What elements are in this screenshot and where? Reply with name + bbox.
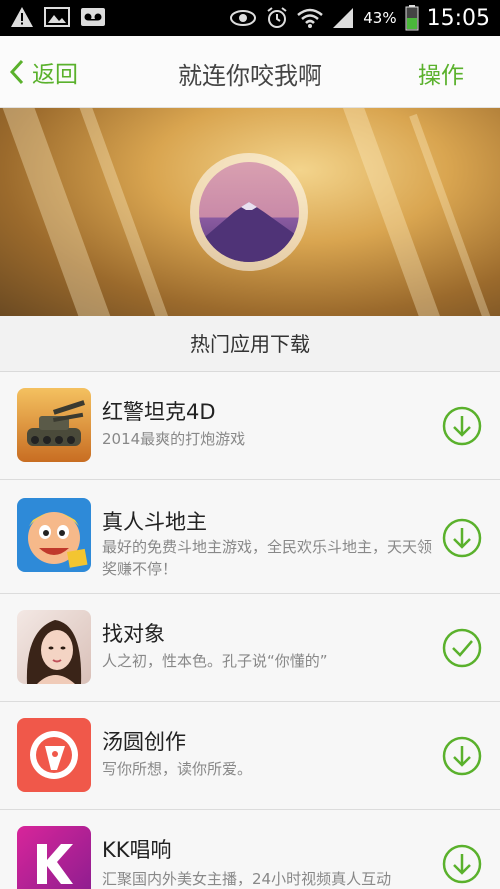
list-item[interactable]: 红警坦克4D 2014最爽的打炮游戏 xyxy=(0,372,500,480)
woman-photo-icon xyxy=(17,610,91,684)
cartoon-face-icon xyxy=(17,498,91,572)
list-item[interactable]: 找对象 人之初，性本色。孔子说“你懂的” xyxy=(0,594,500,702)
app-name: KK唱响 xyxy=(102,838,172,862)
app-header: 返回 就连你咬我啊 操作 xyxy=(0,36,500,108)
download-icon[interactable] xyxy=(442,518,482,558)
tank-icon xyxy=(17,388,91,462)
list-item[interactable]: KK唱响 汇聚国内外美女主播，24小时视频真人互动 xyxy=(0,810,500,889)
wifi-icon xyxy=(297,8,324,28)
section-header: 热门应用下载 xyxy=(0,316,500,372)
profile-banner xyxy=(0,108,500,316)
eye-icon xyxy=(230,10,257,26)
app-description: 2014最爽的打炮游戏 xyxy=(102,430,246,448)
app-description: 最好的免费斗地主游戏，全民欢乐斗地主，天天领奖赚不停！ xyxy=(102,538,433,578)
mountain-icon xyxy=(199,202,299,262)
voicemail-icon xyxy=(81,8,105,26)
app-list: 红警坦克4D 2014最爽的打炮游戏 真人斗地主 最好的免费斗地主游戏，全民欢乐… xyxy=(0,372,500,889)
download-icon[interactable] xyxy=(442,844,482,884)
clock: 15:05 xyxy=(426,5,490,31)
status-bar: 43% 15:05 xyxy=(0,0,500,36)
warning-icon xyxy=(11,7,33,27)
alarm-icon xyxy=(267,7,287,28)
image-icon xyxy=(44,7,70,27)
battery-percent: 43% xyxy=(363,9,397,27)
list-item[interactable]: 汤圆创作 写你所想，读你所爱。 xyxy=(0,702,500,810)
app-name: 汤圆创作 xyxy=(102,730,186,754)
avatar-image xyxy=(199,162,299,262)
app-description: 写你所想，读你所爱。 xyxy=(102,760,253,778)
app-name: 找对象 xyxy=(102,622,165,646)
app-description: 汇聚国内外美女主播，24小时视频真人互动 xyxy=(102,870,392,888)
app-name: 真人斗地主 xyxy=(102,510,207,534)
app-description: 人之初，性本色。孔子说“你懂的” xyxy=(102,652,328,670)
app-name: 红警坦克4D xyxy=(102,400,216,424)
download-icon[interactable] xyxy=(442,736,482,776)
action-button[interactable]: 操作 xyxy=(418,56,464,90)
list-item[interactable]: 真人斗地主 最好的免费斗地主游戏，全民欢乐斗地主，天天领奖赚不停！ xyxy=(0,480,500,594)
download-icon[interactable] xyxy=(442,406,482,446)
signal-icon xyxy=(333,8,354,28)
kk-logo-icon xyxy=(17,826,91,889)
battery-icon xyxy=(405,5,419,31)
checkmark-icon[interactable] xyxy=(442,628,482,668)
avatar[interactable] xyxy=(190,153,308,271)
pen-nib-icon xyxy=(17,718,91,792)
